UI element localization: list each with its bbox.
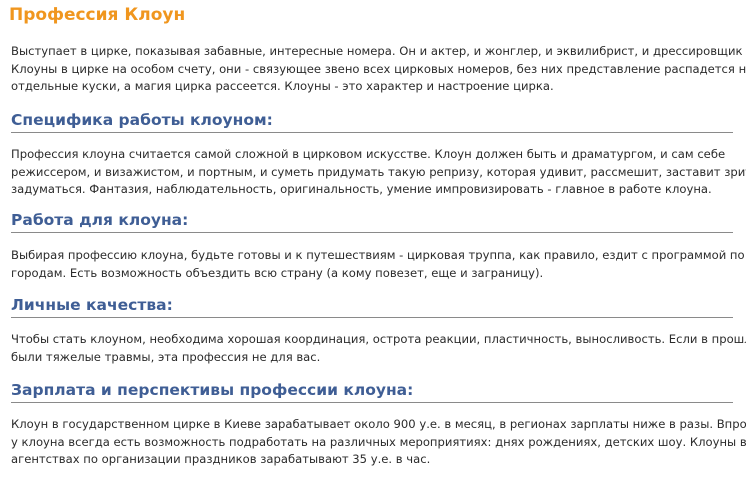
section-paragraph-specifics: Профессия клоуна считается самой сложной…: [11, 146, 746, 199]
paragraph-line: задуматься. Фантазия, наблюдательность, …: [11, 182, 712, 196]
paragraph-line: режиссером, и визажистом, и портным, и с…: [11, 164, 746, 179]
paragraph-line: Профессия клоуна считается самой сложной…: [11, 147, 726, 161]
paragraph-line: Выбирая профессию клоуна, будьте готовы …: [11, 248, 745, 262]
section-paragraph-qualities: Чтобы стать клоуном, необходима хорошая …: [11, 331, 746, 366]
section-paragraph-salary: Клоун в государственном цирке в Киеве за…: [11, 416, 746, 469]
intro-line: Выступает в цирке, показывая забавные, и…: [11, 44, 743, 58]
section-heading-specifics: Специфика работы клоуном:: [11, 111, 733, 133]
intro-line: отдельные куски, а магия цирка рассеется…: [11, 79, 554, 93]
paragraph-line: были тяжелые травмы, эта профессия не дл…: [11, 349, 321, 364]
paragraph-line: Клоун в государственном цирке в Киеве за…: [11, 417, 746, 431]
section-paragraph-work: Выбирая профессию клоуна, будьте готовы …: [11, 247, 745, 282]
section-heading-work: Работа для клоуна:: [11, 211, 733, 233]
section-heading-qualities: Личные качества:: [11, 296, 733, 318]
page-title: Профессия Клоун: [9, 5, 186, 25]
paragraph-line: Чтобы стать клоуном, необходима хорошая …: [11, 332, 746, 346]
paragraph-line: городам. Есть возможность объездить всю …: [11, 265, 544, 280]
paragraph-line: агентствах по организации праздников зар…: [11, 452, 431, 466]
paragraph-line: у клоуна всегда есть возможность подрабо…: [11, 434, 746, 449]
section-heading-salary: Зарплата и перспективы профессии клоуна:: [11, 381, 733, 403]
intro-paragraph: Выступает в цирке, показывая забавные, и…: [11, 43, 746, 96]
intro-line: Клоуны в цирке на особом счету, они - св…: [11, 61, 746, 76]
